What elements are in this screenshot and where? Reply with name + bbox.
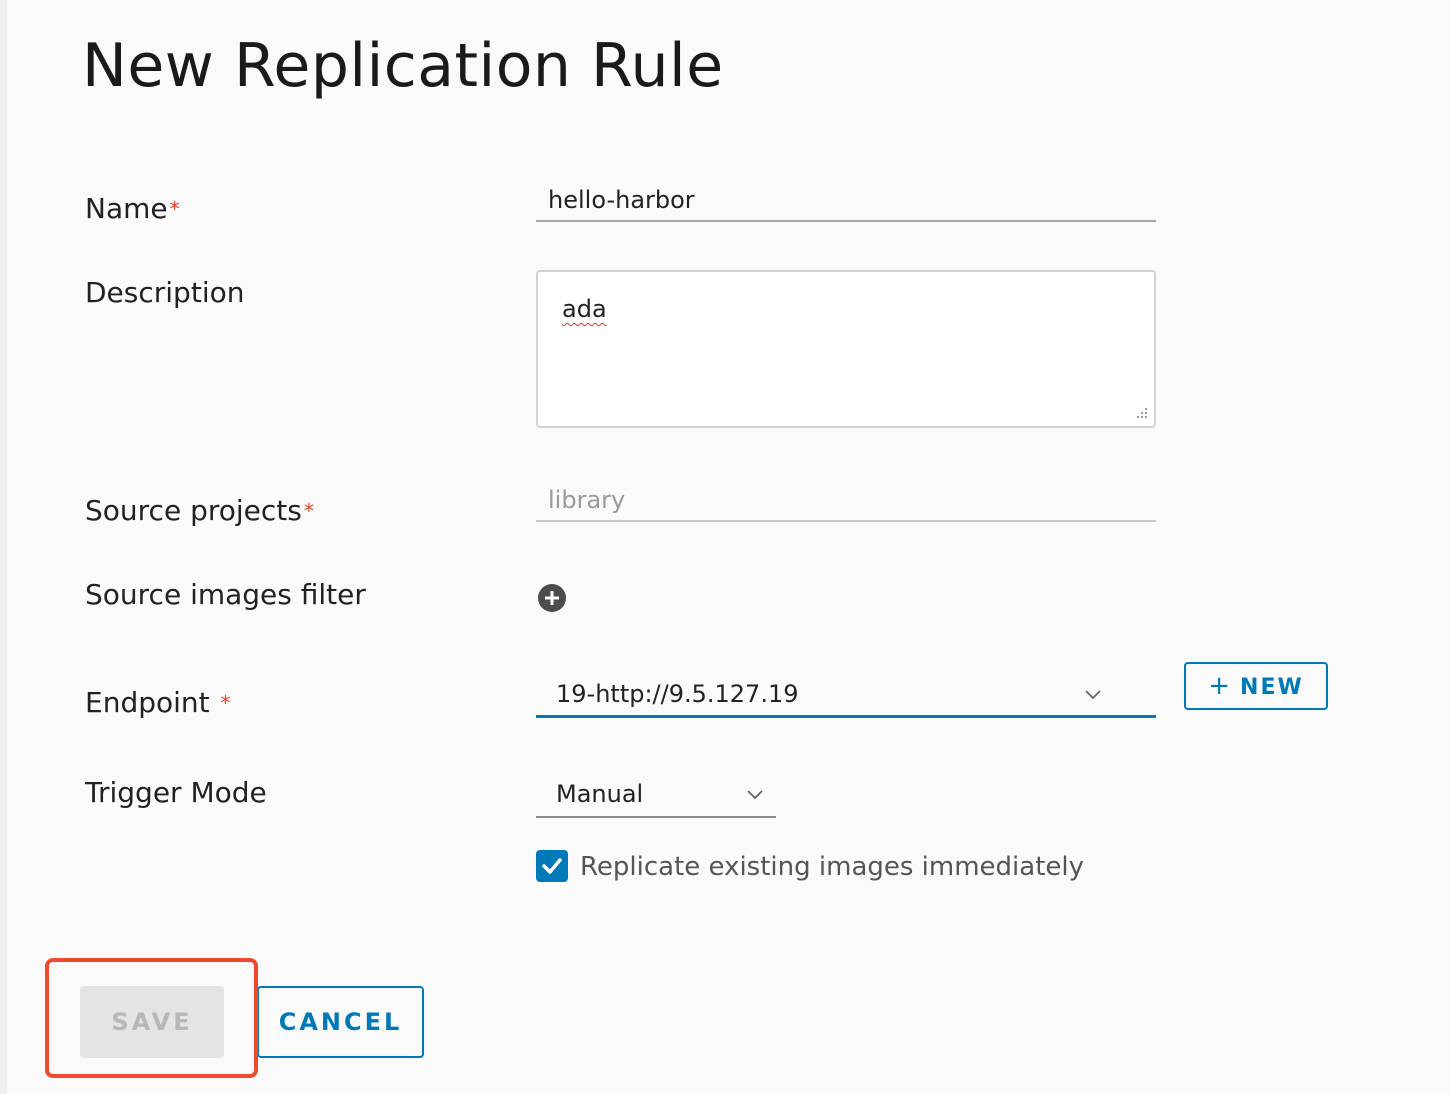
source-projects-value: library [548,486,626,514]
name-input-value: hello-harbor [548,186,695,214]
chevron-down-icon [747,790,763,800]
source-projects-input[interactable]: library [536,482,1156,522]
plus-icon: + [1208,671,1233,701]
description-textarea[interactable]: ada [536,270,1156,428]
name-label: Name * [85,192,180,226]
new-endpoint-button[interactable]: + NEW [1184,662,1328,710]
required-mark: * [220,691,231,715]
endpoint-label-text: Endpoint [85,686,210,719]
endpoint-label: Endpoint * [85,686,231,720]
endpoint-select[interactable]: 19-http://9.5.127.19 [536,674,1156,718]
left-edge [0,0,7,1094]
checkmark-icon [542,858,562,874]
resize-handle-icon[interactable] [1133,405,1149,421]
save-highlight-annotation [45,958,258,1078]
required-mark: * [303,499,314,523]
endpoint-selected-value: 19-http://9.5.127.19 [556,680,799,708]
new-endpoint-button-label: NEW [1240,675,1304,700]
replication-rule-page: New Replication Rule Name * hello-harbor … [0,0,1450,1094]
source-projects-label-text: Source projects [85,494,302,527]
plus-circle-icon[interactable] [538,584,566,612]
source-projects-label: Source projects * [85,494,314,528]
trigger-mode-select[interactable]: Manual [536,774,776,818]
required-mark: * [169,197,180,221]
trigger-mode-selected-value: Manual [556,780,644,808]
source-images-filter-label: Source images filter [85,578,366,611]
chevron-down-icon [1085,690,1101,700]
trigger-mode-label: Trigger Mode [85,776,267,809]
description-value: ada [562,295,607,323]
cancel-button[interactable]: CANCEL [257,986,424,1058]
replicate-existing-checkbox[interactable] [536,850,568,882]
page-title: New Replication Rule [82,31,724,101]
name-input[interactable]: hello-harbor [536,182,1156,222]
name-label-text: Name [85,192,168,225]
description-label: Description [85,276,245,309]
replicate-existing-label[interactable]: Replicate existing images immediately [580,850,1084,884]
